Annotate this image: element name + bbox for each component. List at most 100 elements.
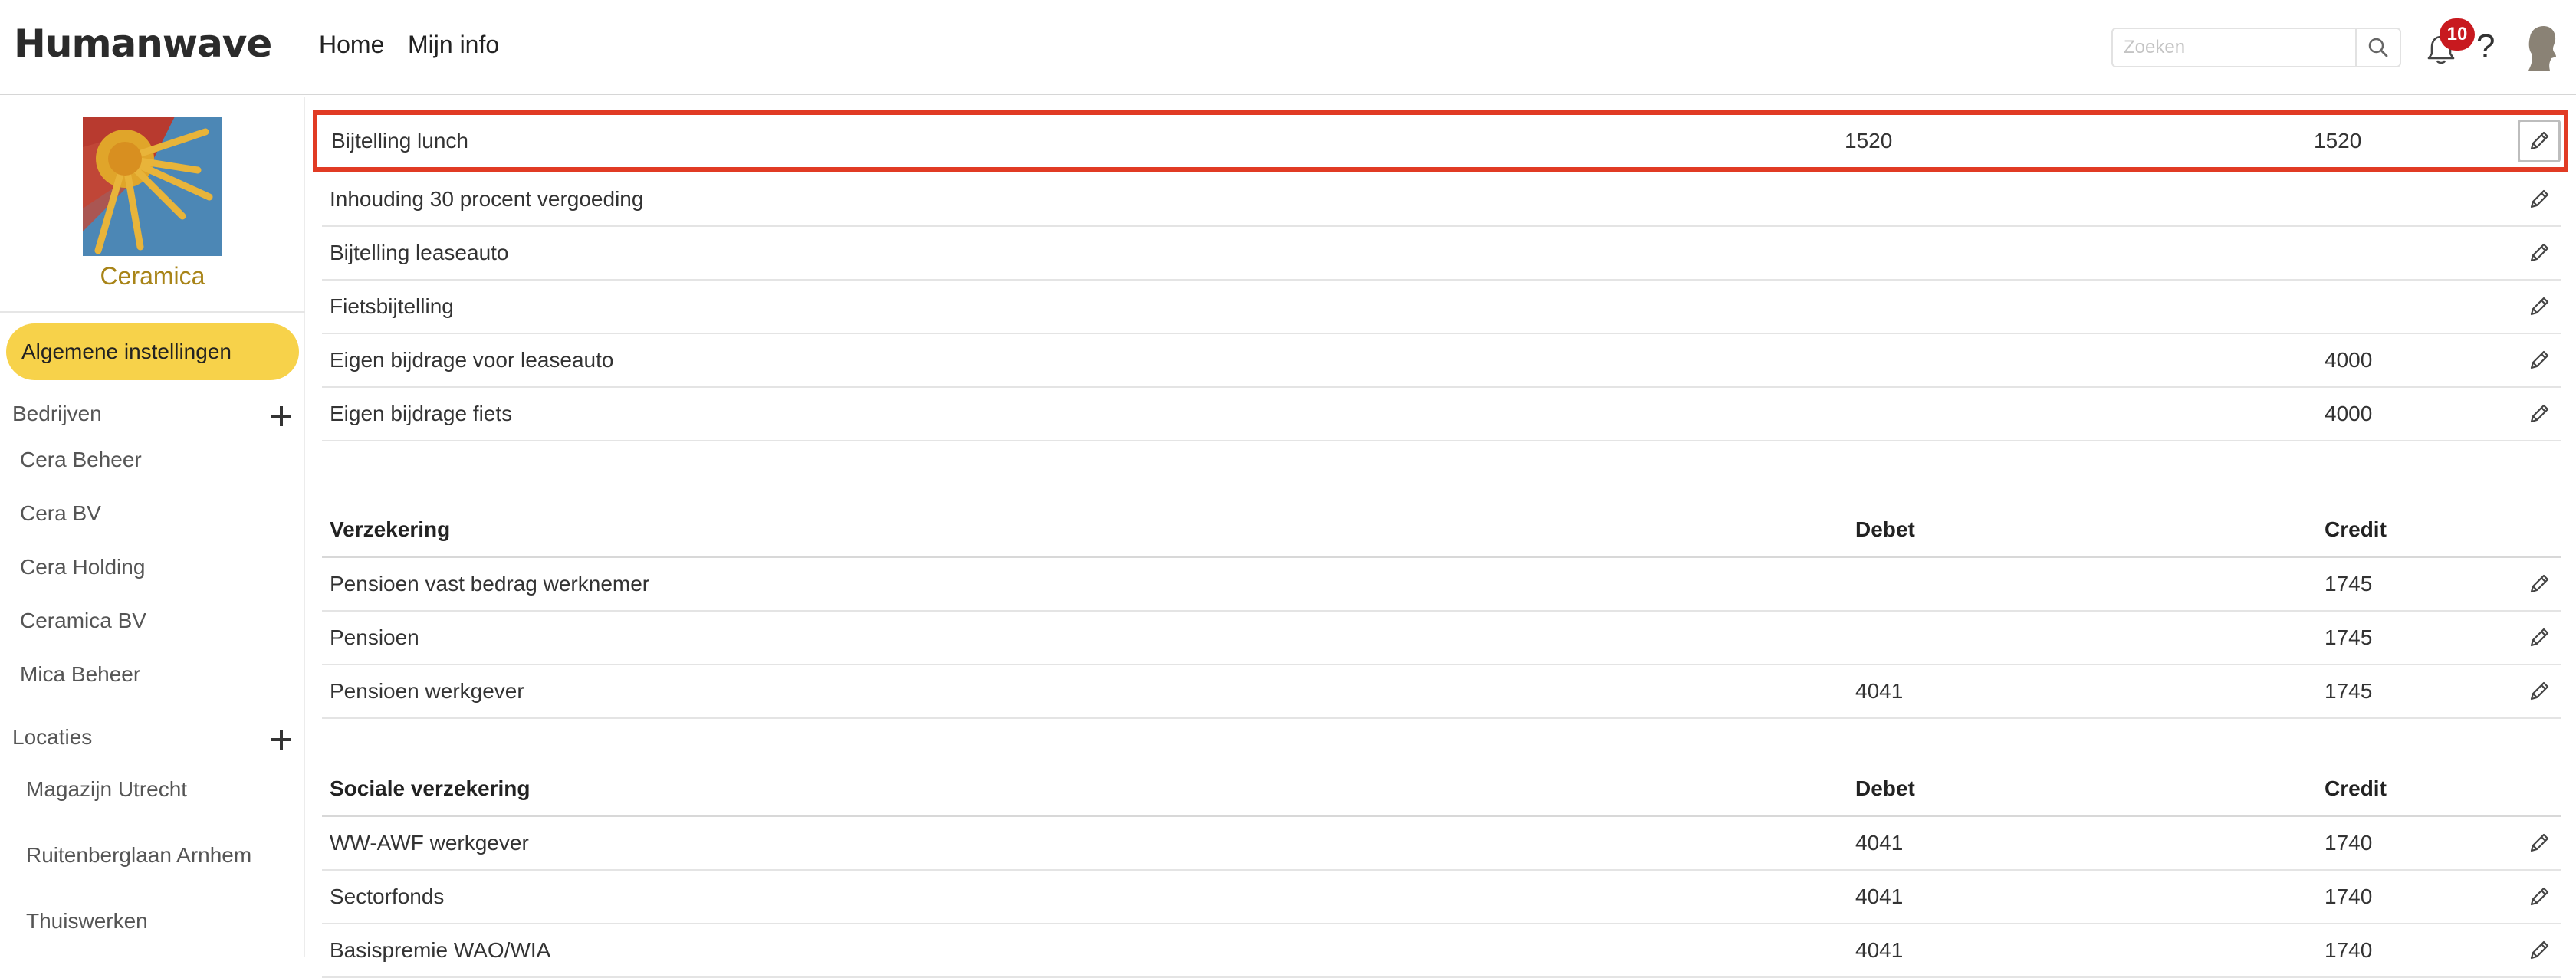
row-name: Bijtelling leaseauto [330, 241, 509, 264]
pencil-icon [2530, 628, 2549, 647]
pencil-icon [2530, 887, 2549, 906]
table-row: Eigen bijdrage fiets 4000 [322, 388, 2561, 441]
sidebar-location-magazijn-utrecht[interactable]: Magazijn Utrecht [26, 777, 187, 802]
row-debet: 4041 [1855, 831, 1904, 855]
edit-button[interactable] [2522, 343, 2556, 377]
user-avatar[interactable] [2521, 23, 2561, 72]
row-credit: 1740 [2325, 831, 2373, 855]
row-credit: 1520 [2314, 129, 2362, 153]
insurance-table-header: Verzekering Debet Credit [322, 503, 2561, 558]
sidebar-company-cera-beheer[interactable]: Cera Beheer [20, 448, 142, 472]
pencil-icon [2530, 681, 2549, 701]
row-credit: 1745 [2325, 572, 2373, 596]
pencil-icon [2530, 189, 2549, 208]
row-name: Eigen bijdrage voor leaseauto [330, 348, 614, 372]
row-credit: 1740 [2325, 884, 2373, 908]
row-name: Eigen bijdrage fiets [330, 402, 513, 425]
profile-silhouette-icon [2528, 26, 2556, 71]
row-debet: 4041 [1855, 679, 1904, 703]
table-row: Eigen bijdrage voor leaseauto 4000 [322, 334, 2561, 388]
notification-badge: 10 [2440, 18, 2475, 51]
table-row: Pensioen werkgever 4041 1745 [322, 665, 2561, 719]
social-header-credit: Credit [2325, 776, 2387, 800]
edit-button[interactable] [2522, 397, 2556, 431]
pencil-icon [2530, 350, 2549, 369]
row-credit: 1745 [2325, 679, 2373, 703]
sidebar-company-cera-bv[interactable]: Cera BV [20, 501, 101, 526]
table-row: Bijtelling leaseauto [322, 227, 2561, 281]
company-logo-image [83, 117, 222, 256]
row-name: Pensioen vast bedrag werknemer [330, 572, 650, 596]
row-debet: 4041 [1855, 938, 1904, 962]
search-button[interactable] [2355, 29, 2400, 66]
search-box [2111, 28, 2401, 67]
social-header-debet: Debet [1855, 776, 1915, 800]
row-credit: 4000 [2325, 348, 2373, 372]
edit-button[interactable] [2522, 290, 2556, 323]
main-content: Bijtelling lunch 1520 1520 Inhouding 30 … [307, 97, 2576, 978]
row-name: Sectorfonds [330, 884, 445, 908]
sidebar-company-mica-beheer[interactable]: Mica Beheer [20, 662, 140, 687]
table-row: WW-AWF werkgever 4041 1740 [322, 817, 2561, 871]
row-credit: 4000 [2325, 402, 2373, 425]
table-row: Sectorfonds 4041 1740 [322, 871, 2561, 924]
pencil-icon [2530, 297, 2549, 316]
edit-button[interactable] [2522, 826, 2556, 860]
pencil-icon [2530, 574, 2549, 593]
row-name: WW-AWF werkgever [330, 831, 529, 855]
table-row: Pensioen vast bedrag werknemer 1745 [322, 558, 2561, 612]
add-location-button[interactable] [268, 727, 294, 753]
sidebar-company-cera-holding[interactable]: Cera Holding [20, 555, 145, 579]
row-credit: 1745 [2325, 625, 2373, 649]
companies-section-title: Bedrijven [12, 402, 102, 425]
sidebar-location-ruitenberglaan-arnhem[interactable]: Ruitenberglaan Arnhem [26, 843, 251, 868]
table-row: Basispremie WAO/WIA 4041 1740 [322, 924, 2561, 978]
pencil-icon [2530, 833, 2549, 852]
table-row: Fietsbijtelling [322, 281, 2561, 334]
humanwave-logo[interactable]: Humanwave [14, 21, 272, 66]
edit-button[interactable] [2522, 674, 2556, 708]
insurance-header-debet: Debet [1855, 517, 1915, 541]
search-input[interactable] [2113, 29, 2355, 66]
plus-icon [271, 406, 291, 426]
pencil-icon [2530, 404, 2549, 423]
plus-icon [271, 730, 291, 750]
company-name[interactable]: Ceramica [0, 262, 305, 290]
search-icon [2368, 38, 2388, 57]
social-header-name: Sociale verzekering [330, 776, 531, 800]
divider [0, 311, 305, 313]
nav-home[interactable]: Home [319, 31, 384, 59]
row-credit: 1740 [2325, 938, 2373, 962]
edit-button[interactable] [2522, 621, 2556, 655]
social-table-header: Sociale verzekering Debet Credit [322, 762, 2561, 817]
pencil-icon [2530, 243, 2549, 262]
edit-button[interactable] [2522, 880, 2556, 914]
top-header: Humanwave Home Mijn info 10 ? [0, 0, 2576, 95]
sidebar: Ceramica Algemene instellingen Bedrijven… [0, 97, 305, 957]
add-company-button[interactable] [268, 403, 294, 429]
sidebar-location-thuiswerken[interactable]: Thuiswerken [26, 909, 148, 934]
table-row: Inhouding 30 procent vergoeding [322, 173, 2561, 227]
row-debet: 1520 [1845, 129, 1893, 153]
row-name: Pensioen [330, 625, 419, 649]
edit-button[interactable] [2522, 182, 2556, 216]
insurance-header-name: Verzekering [330, 517, 451, 541]
edit-button[interactable] [2522, 236, 2556, 270]
table-row-highlighted[interactable]: Bijtelling lunch 1520 1520 [313, 110, 2568, 172]
pencil-icon [2530, 131, 2549, 150]
row-name: Basispremie WAO/WIA [330, 938, 551, 962]
sidebar-company-ceramica-bv[interactable]: Ceramica BV [20, 609, 146, 633]
insurance-header-credit: Credit [2325, 517, 2387, 541]
edit-button[interactable] [2518, 120, 2561, 162]
locations-section-title: Locaties [12, 725, 93, 749]
edit-button[interactable] [2522, 934, 2556, 967]
row-name: Inhouding 30 procent vergoeding [330, 187, 644, 211]
help-icon[interactable]: ? [2476, 28, 2495, 66]
row-name: Fietsbijtelling [330, 294, 454, 318]
edit-button[interactable] [2522, 567, 2556, 601]
pencil-icon [2530, 940, 2549, 960]
general-settings-button[interactable]: Algemene instellingen [6, 323, 299, 380]
row-name: Pensioen werkgever [330, 679, 524, 703]
nav-mijn-info[interactable]: Mijn info [408, 31, 499, 59]
table-row: Pensioen 1745 [322, 612, 2561, 665]
